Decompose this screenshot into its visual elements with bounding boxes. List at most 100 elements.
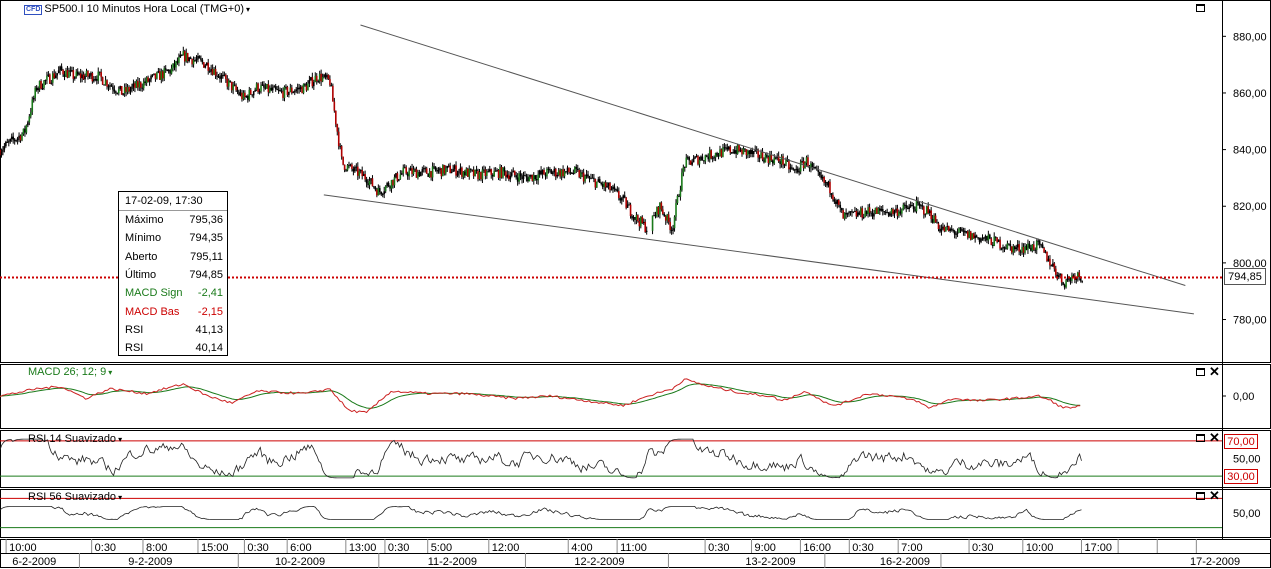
trendline-lower	[323, 194, 1194, 315]
candle-body	[364, 174, 366, 180]
candle-body	[493, 170, 495, 177]
rsi56-close-icon[interactable]: ✕	[1209, 489, 1220, 502]
macd-close-icon[interactable]: ✕	[1209, 365, 1220, 378]
candle-body	[889, 213, 891, 216]
candle-body	[159, 71, 161, 80]
candle-body	[893, 210, 896, 215]
candle-body	[989, 234, 991, 239]
candle-body	[1031, 244, 1034, 251]
candle-body	[528, 176, 531, 182]
rsi56-maximize-icon[interactable]	[1196, 492, 1205, 500]
candle-body	[937, 223, 940, 230]
time-tick-label: 0:30	[247, 542, 268, 554]
macd-panel-label[interactable]: MACD 26; 12; 9 ▾	[28, 366, 112, 378]
candle-body	[327, 74, 330, 80]
candle-body	[795, 168, 798, 170]
chart-title[interactable]: CFD SP500.I 10 Minutos Hora Local (TMG+0)…	[24, 3, 250, 15]
candle-body	[535, 178, 538, 181]
candle-body	[308, 79, 311, 84]
candle-body	[927, 206, 930, 214]
candle-body	[323, 74, 325, 77]
title-dropdown-icon[interactable]: ▾	[246, 5, 250, 14]
candle-body	[93, 79, 95, 82]
rsi14-maximize-icon[interactable]	[1196, 434, 1205, 442]
candle-body	[716, 153, 718, 156]
candle-body	[131, 86, 133, 90]
candle-body	[311, 77, 314, 87]
candle-body	[682, 167, 685, 173]
candle-body	[902, 204, 905, 210]
candle-body	[132, 83, 135, 87]
candle-body	[890, 209, 893, 214]
candle-body	[710, 150, 713, 159]
candle-body	[368, 180, 371, 186]
rsi14-level-tag: 30,00	[1224, 469, 1258, 485]
candle-body	[789, 167, 792, 170]
candle-body	[581, 172, 583, 174]
candle-body	[164, 68, 167, 70]
macd-maximize-icon[interactable]	[1196, 368, 1205, 376]
info-row: Mínimo 794,35	[125, 229, 223, 247]
candle-body	[295, 89, 298, 92]
time-tick-label: 4:00	[571, 542, 592, 554]
candle-body	[641, 216, 644, 224]
rsi56-dropdown-icon[interactable]: ▾	[118, 493, 122, 502]
candle-body	[91, 73, 94, 82]
candle-body	[226, 79, 229, 87]
candle-body	[176, 61, 179, 63]
maximize-icon[interactable]	[1196, 4, 1205, 12]
rsi14-dropdown-icon[interactable]: ▾	[118, 435, 122, 444]
candle-body	[974, 235, 976, 239]
candle-body	[144, 81, 146, 83]
candle-body	[880, 209, 883, 211]
rsi14-close-icon[interactable]: ✕	[1209, 431, 1220, 444]
candle-body	[56, 73, 58, 76]
candle-body	[758, 157, 761, 159]
macd-dropdown-icon[interactable]: ▾	[108, 368, 112, 377]
candle-body	[84, 75, 86, 80]
time-tick-label: 17:00	[1084, 542, 1112, 554]
candle-body	[13, 139, 16, 141]
candle-body	[160, 71, 163, 80]
candle-body	[678, 195, 680, 197]
candle-body	[587, 174, 589, 178]
rsi14-panel-label[interactable]: RSI 14 Suavizado ▾	[28, 433, 122, 445]
candle-body	[1041, 244, 1044, 248]
candle-body	[205, 62, 208, 66]
candle-body	[527, 177, 529, 182]
candle-body	[659, 202, 661, 215]
candle-body	[98, 71, 101, 73]
candle-body	[384, 185, 387, 192]
candle-body	[282, 91, 284, 98]
last-price-tag: 794,85	[1224, 268, 1266, 286]
time-tick-label: 0:30	[708, 542, 729, 554]
candle-body	[827, 181, 830, 186]
candle-body	[72, 70, 75, 79]
date-label: 17-2-2009	[1190, 556, 1240, 568]
candle-body	[487, 171, 490, 173]
candle-body	[1065, 280, 1067, 288]
price-axis-label: 780,00	[1233, 315, 1267, 327]
candle-body	[516, 177, 519, 182]
candle-body	[78, 73, 80, 75]
candle-body	[751, 150, 754, 155]
candle-body	[68, 71, 70, 78]
candle-body	[1074, 275, 1076, 280]
candle-body	[837, 200, 840, 205]
candle-body	[229, 80, 232, 82]
candle-body	[761, 152, 764, 160]
candle-body	[915, 200, 918, 212]
candle-body	[335, 110, 337, 125]
candle-body	[471, 169, 473, 171]
candle-body	[352, 168, 355, 172]
candle-body	[317, 80, 320, 82]
rsi56-panel-label[interactable]: RSI 56 Suavizado ▾	[28, 491, 122, 503]
candle-body	[773, 157, 776, 164]
candle-body	[1053, 263, 1056, 269]
candle-body	[494, 170, 497, 172]
cfd-badge: CFD	[24, 5, 43, 15]
candle-body	[975, 235, 978, 238]
candle-body	[656, 207, 658, 217]
candle-body	[217, 76, 220, 78]
candle-body	[443, 165, 446, 174]
